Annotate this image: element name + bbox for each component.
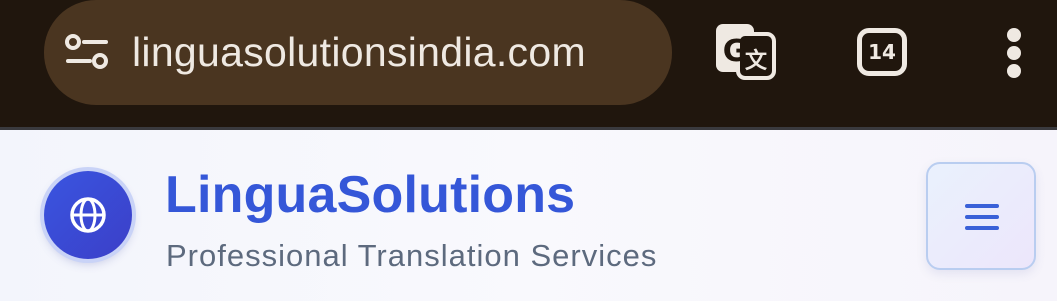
brand-name[interactable]: LinguaSolutions	[165, 165, 575, 225]
browser-toolbar: linguasolutionsindia.com G 文 14	[0, 0, 1057, 128]
tab-count: 14	[857, 28, 907, 76]
svg-text:G: G	[723, 34, 748, 69]
tab-switcher-button[interactable]: 14	[855, 26, 909, 78]
hamburger-menu-icon	[965, 204, 999, 208]
hamburger-menu-icon	[965, 226, 999, 230]
tune-icon[interactable]	[64, 32, 110, 72]
globe-glyph	[70, 197, 106, 233]
url-text[interactable]: linguasolutionsindia.com	[132, 26, 586, 78]
google-translate-icon[interactable]: G 文	[712, 20, 778, 82]
hamburger-menu-icon	[965, 215, 999, 219]
address-bar[interactable]: linguasolutionsindia.com	[44, 0, 672, 105]
more-vert-icon[interactable]	[998, 22, 1032, 82]
globe-icon[interactable]	[44, 171, 132, 259]
site-header: LinguaSolutions Professional Translation…	[0, 130, 1057, 301]
hamburger-menu-button[interactable]	[926, 162, 1036, 270]
brand-tagline: Professional Translation Services	[166, 238, 658, 273]
svg-text:文: 文	[745, 48, 768, 74]
